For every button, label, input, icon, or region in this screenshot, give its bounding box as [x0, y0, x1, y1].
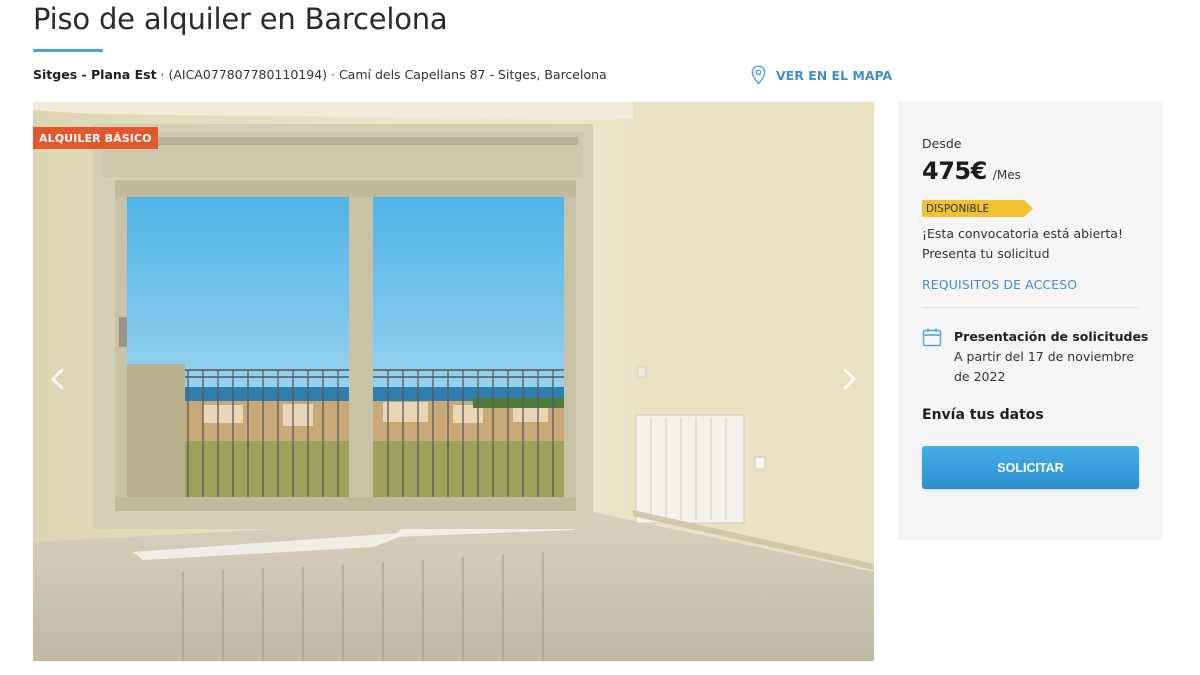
chevron-left-icon	[51, 368, 64, 390]
price-value: 475€	[922, 157, 987, 185]
open-call-message: ¡Esta convocatoria está abierta! Present…	[922, 226, 1123, 261]
title-underline	[33, 49, 103, 52]
calendar-icon	[922, 328, 942, 347]
from-label: Desde	[922, 136, 962, 151]
apply-button[interactable]: SOLICITAR	[922, 446, 1139, 489]
address-details: · (AICA077807780110194) · Camí dels Cape…	[156, 67, 607, 82]
map-link-label: VER EN EL MAPA	[776, 67, 893, 83]
room-photo-image	[33, 102, 874, 661]
page-title: Piso de alquiler en Barcelona	[33, 2, 448, 36]
access-requirements-link[interactable]: REQUISITOS DE ACCESO	[922, 277, 1077, 292]
pricing-sidebar: Desde 475€ /Mes DISPONIBLE ¡Esta convoca…	[898, 101, 1163, 540]
map-pin-icon	[751, 65, 766, 85]
availability-status-tag: DISPONIBLE	[922, 200, 1033, 217]
property-photo[interactable]: ALQUILER BÁSICO	[33, 102, 874, 661]
application-period-date: A partir del 17 de noviembre de 2022	[954, 349, 1135, 384]
availability-status-label: DISPONIBLE	[926, 202, 990, 215]
chevron-right-icon	[843, 368, 856, 390]
send-data-heading: Envía tus datos	[922, 407, 1044, 423]
address-line: Sitges - Plana Est · (AICA07780778011019…	[33, 67, 607, 82]
view-on-map-link[interactable]: VER EN EL MAPA	[750, 65, 892, 85]
location-name: Sitges - Plana Est	[33, 67, 157, 82]
application-period-title: Presentación de solicitudes	[954, 329, 1149, 344]
gallery-next-button[interactable]	[834, 364, 864, 394]
sidebar-divider	[922, 307, 1138, 308]
price-row: 475€ /Mes	[922, 157, 1021, 185]
gallery-prev-button[interactable]	[43, 364, 73, 394]
price-period: /Mes	[992, 168, 1021, 182]
listing-type-badge: ALQUILER BÁSICO	[33, 127, 158, 149]
